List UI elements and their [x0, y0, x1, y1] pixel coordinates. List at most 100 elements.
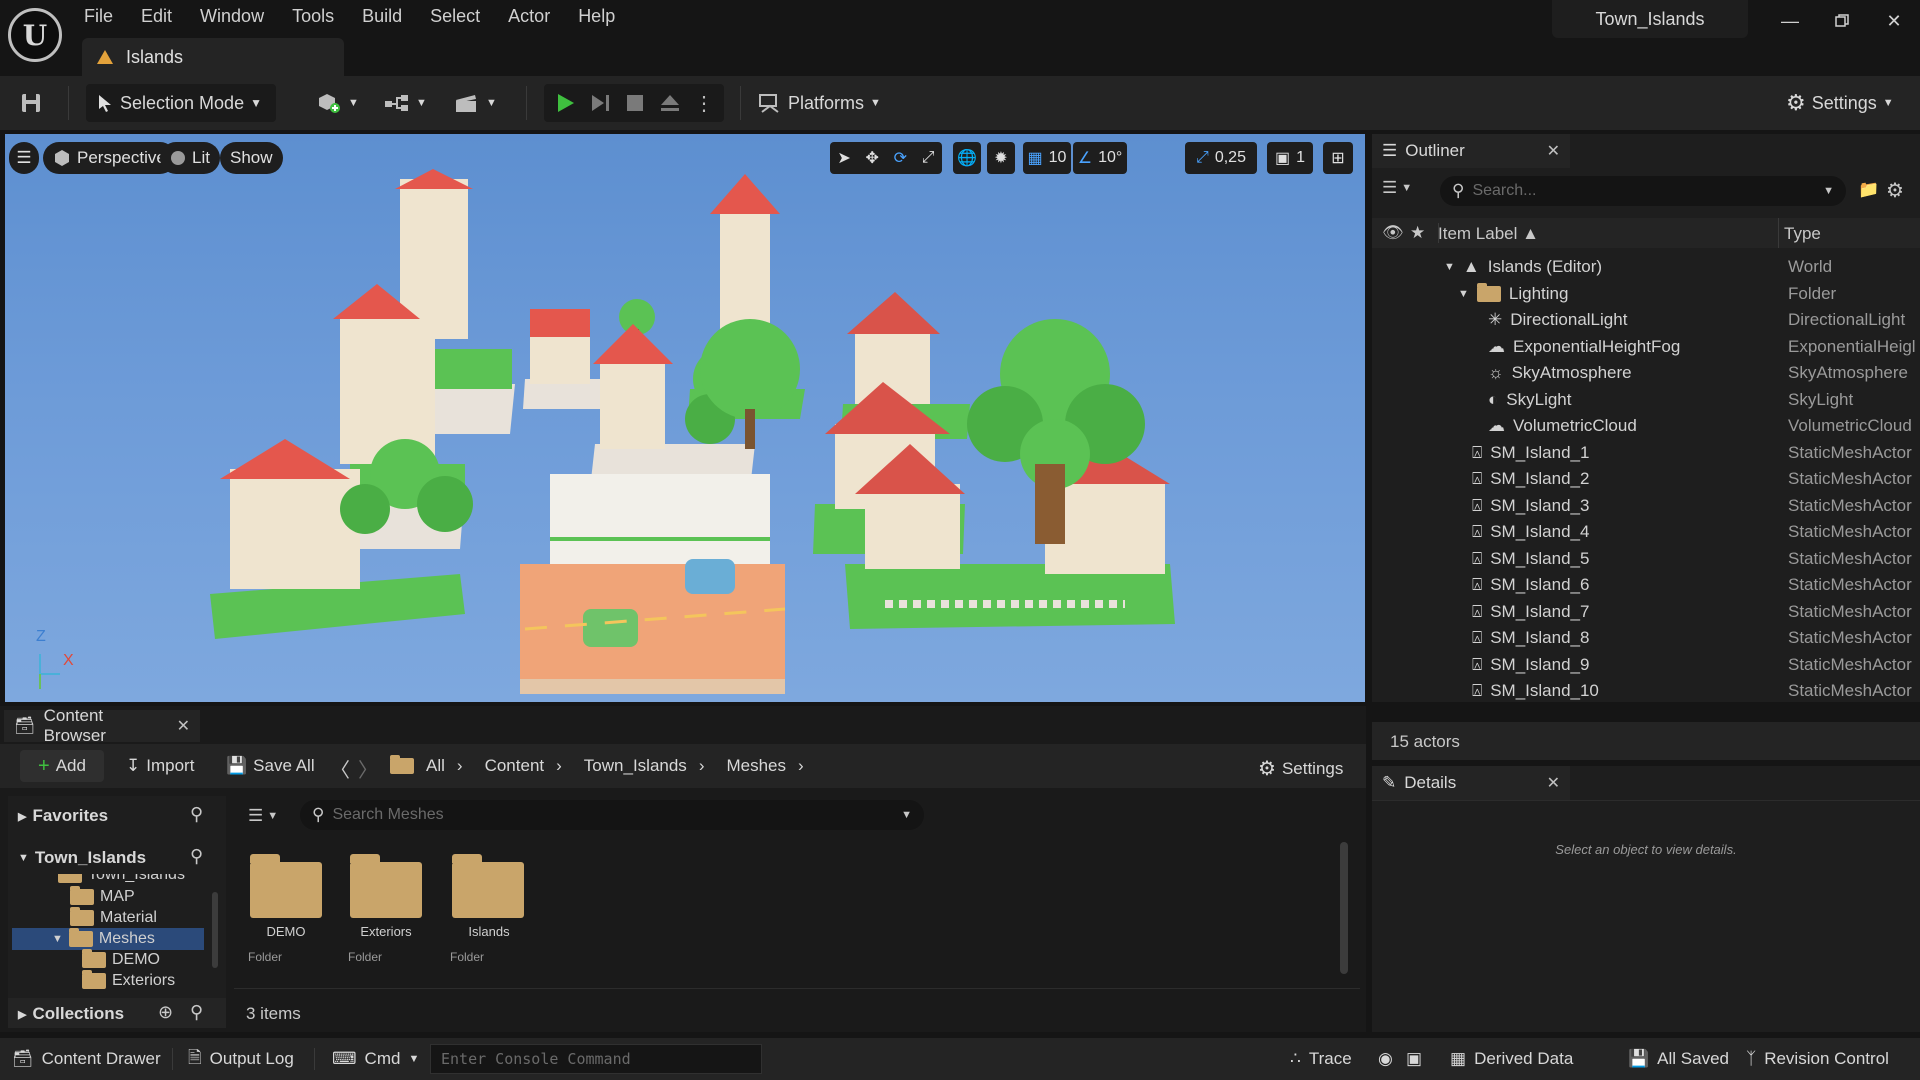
- menu-select[interactable]: Select: [416, 0, 494, 32]
- tree-row[interactable]: ✳ DirectionalLight DirectionalLight: [1372, 307, 1920, 334]
- add-button[interactable]: + Add: [20, 750, 104, 782]
- show-button[interactable]: Show: [220, 142, 283, 174]
- new-folder-icon[interactable]: 📁: [1858, 180, 1879, 200]
- menu-tools[interactable]: Tools: [278, 0, 348, 32]
- platforms-dropdown[interactable]: Platforms ▼: [758, 84, 881, 122]
- favorites-header[interactable]: ▶ Favorites: [18, 806, 108, 826]
- close-outliner-icon[interactable]: ✕: [1547, 141, 1560, 161]
- breadcrumb-content[interactable]: Content: [485, 756, 545, 776]
- breadcrumb-meshes[interactable]: Meshes: [726, 756, 786, 776]
- world-space-button[interactable]: 🌐: [953, 142, 981, 174]
- content-browser-tab[interactable]: 🗃 Content Browser ✕: [4, 706, 200, 745]
- selection-mode-dropdown[interactable]: Selection Mode ▼: [86, 84, 276, 122]
- lit-button[interactable]: Lit: [160, 142, 220, 174]
- breadcrumb-all[interactable]: All: [426, 756, 445, 776]
- tree-row[interactable]: ☁ ExponentialHeightFog ExponentialHeigl: [1372, 334, 1920, 361]
- stop-icon[interactable]: [625, 93, 645, 113]
- outliner-search-input[interactable]: ⚲ Search... ▼: [1440, 176, 1846, 206]
- restore-button[interactable]: [1820, 4, 1864, 38]
- tree-folder[interactable]: DEMO: [82, 949, 160, 969]
- col-type[interactable]: Type: [1784, 224, 1821, 244]
- tree-row[interactable]: ☼ SkyAtmosphere SkyAtmosphere: [1372, 360, 1920, 387]
- output-log-button[interactable]: 🗎 Output Log: [188, 1038, 294, 1080]
- content-drawer-button[interactable]: 🗃 Content Drawer: [12, 1038, 161, 1080]
- save-current-button[interactable]: [20, 84, 42, 122]
- asset-filter-button[interactable]: ☰ ▼: [248, 806, 278, 826]
- add-actor-button[interactable]: ▼: [316, 84, 359, 122]
- asset-tile[interactable]: Exteriors Folder: [346, 844, 426, 974]
- perspective-button[interactable]: Perspective: [43, 142, 176, 174]
- tree-row[interactable]: ▼ Lighting Folder: [1372, 281, 1920, 308]
- menu-edit[interactable]: Edit: [127, 0, 186, 32]
- derived-data-button[interactable]: ▦ Derived Data: [1450, 1038, 1573, 1080]
- search-icon[interactable]: ⚲: [190, 1002, 203, 1023]
- screenshot-icon[interactable]: ▣: [1406, 1038, 1422, 1080]
- asset-scrollbar[interactable]: [1340, 842, 1348, 974]
- tree-folder[interactable]: Material: [70, 907, 157, 927]
- record-icon[interactable]: ◉: [1378, 1038, 1393, 1080]
- search-icon[interactable]: ⚲: [190, 846, 203, 867]
- tree-row[interactable]: ⍓ SM_Island_8 StaticMeshActor: [1372, 625, 1920, 652]
- tree-row[interactable]: ☁ VolumetricCloud VolumetricCloud: [1372, 413, 1920, 440]
- search-icon[interactable]: ⚲: [190, 804, 203, 825]
- settings-dropdown[interactable]: ⚙ Settings ▼: [1786, 84, 1894, 122]
- camera-speed-button[interactable]: ▣ 1: [1267, 142, 1313, 174]
- menu-window[interactable]: Window: [186, 0, 278, 32]
- select-tool-icon[interactable]: ➤: [837, 148, 850, 168]
- minimize-button[interactable]: —: [1768, 4, 1812, 38]
- tree-row[interactable]: ◐ SkyLight SkyLight: [1372, 387, 1920, 414]
- tree-row[interactable]: ⍓ SM_Island_5 StaticMeshActor: [1372, 546, 1920, 573]
- tree-scrollbar[interactable]: [212, 892, 218, 968]
- level-tab[interactable]: Islands: [82, 38, 344, 76]
- advance-frame-icon[interactable]: [589, 92, 610, 114]
- scale-tool-icon[interactable]: ⤢: [922, 149, 935, 167]
- cmd-dropdown[interactable]: ⌨ Cmd ▼: [332, 1038, 419, 1080]
- tree-row[interactable]: ⍓ SM_Island_6 StaticMeshActor: [1372, 572, 1920, 599]
- outliner-filter-button[interactable]: ☰ ▼: [1382, 178, 1412, 198]
- col-item-label[interactable]: Item Label ▲: [1438, 224, 1539, 244]
- forward-arrow-icon[interactable]: 〉: [358, 754, 378, 783]
- blueprint-button[interactable]: ▼: [384, 84, 427, 122]
- tree-folder[interactable]: MAP: [70, 886, 135, 906]
- asset-tile[interactable]: DEMO Folder: [246, 844, 326, 974]
- menu-build[interactable]: Build: [348, 0, 416, 32]
- scale-snap-button[interactable]: ⤢ 0,25: [1185, 142, 1257, 174]
- close-window-button[interactable]: ✕: [1872, 4, 1916, 38]
- cb-settings-button[interactable]: ⚙ Settings: [1258, 756, 1343, 781]
- outliner-settings-gear-icon[interactable]: ⚙: [1886, 178, 1904, 203]
- pin-star-icon[interactable]: ★: [1410, 223, 1425, 243]
- root-folder-header[interactable]: ▼ Town_Islands: [18, 848, 146, 868]
- menu-actor[interactable]: Actor: [494, 0, 564, 32]
- tree-row[interactable]: ⍓ SM_Island_9 StaticMeshActor: [1372, 652, 1920, 679]
- tree-row[interactable]: ⍓ SM_Island_4 StaticMeshActor: [1372, 519, 1920, 546]
- collections-header[interactable]: ▶ Collections: [18, 1004, 124, 1024]
- scene-render[interactable]: [5, 134, 1365, 702]
- back-arrow-icon[interactable]: 〈: [330, 754, 350, 783]
- viewport-layout-button[interactable]: ⊞: [1323, 142, 1353, 174]
- viewport-menu-button[interactable]: ☰: [9, 142, 39, 174]
- tree-row[interactable]: ⍓ SM_Island_3 StaticMeshActor: [1372, 493, 1920, 520]
- menu-file[interactable]: File: [70, 0, 127, 32]
- trace-button[interactable]: ∴ Trace: [1290, 1038, 1352, 1080]
- rotation-snap-button[interactable]: ∠ 10°: [1073, 142, 1127, 174]
- tree-row[interactable]: ⍓ SM_Island_10 StaticMeshActor: [1372, 678, 1920, 705]
- tree-row[interactable]: ▼ ▲ Islands (Editor) World: [1372, 254, 1920, 281]
- import-button[interactable]: ↧ Import: [126, 756, 194, 776]
- save-all-button[interactable]: 💾 Save All: [226, 756, 315, 776]
- translate-tool-icon[interactable]: ✥: [866, 148, 879, 168]
- details-tab[interactable]: ✎ Details ✕: [1372, 766, 1570, 800]
- grid-snap-button[interactable]: ▦ 10: [1023, 142, 1071, 174]
- console-command-input[interactable]: Enter Console Command: [430, 1044, 762, 1074]
- visibility-eye-icon[interactable]: 👁: [1382, 223, 1404, 243]
- level-viewport[interactable]: Z X ☰ Perspective Lit Show ➤ ✥ ⟳ ⤢ 🌐 ✹ ▦…: [5, 134, 1365, 702]
- cinematics-button[interactable]: ▼: [454, 84, 497, 122]
- menu-help[interactable]: Help: [564, 0, 629, 32]
- tree-row[interactable]: ⍓ SM_Island_1 StaticMeshActor: [1372, 440, 1920, 467]
- close-details-icon[interactable]: ✕: [1547, 773, 1560, 793]
- more-options-icon[interactable]: ⋮: [694, 91, 714, 116]
- tree-row[interactable]: ⍓ SM_Island_7 StaticMeshActor: [1372, 599, 1920, 626]
- asset-search-input[interactable]: ⚲ Search Meshes ▼: [300, 800, 924, 830]
- play-icon[interactable]: [554, 92, 575, 114]
- eject-icon[interactable]: [659, 93, 680, 113]
- close-content-browser-icon[interactable]: ✕: [177, 716, 190, 736]
